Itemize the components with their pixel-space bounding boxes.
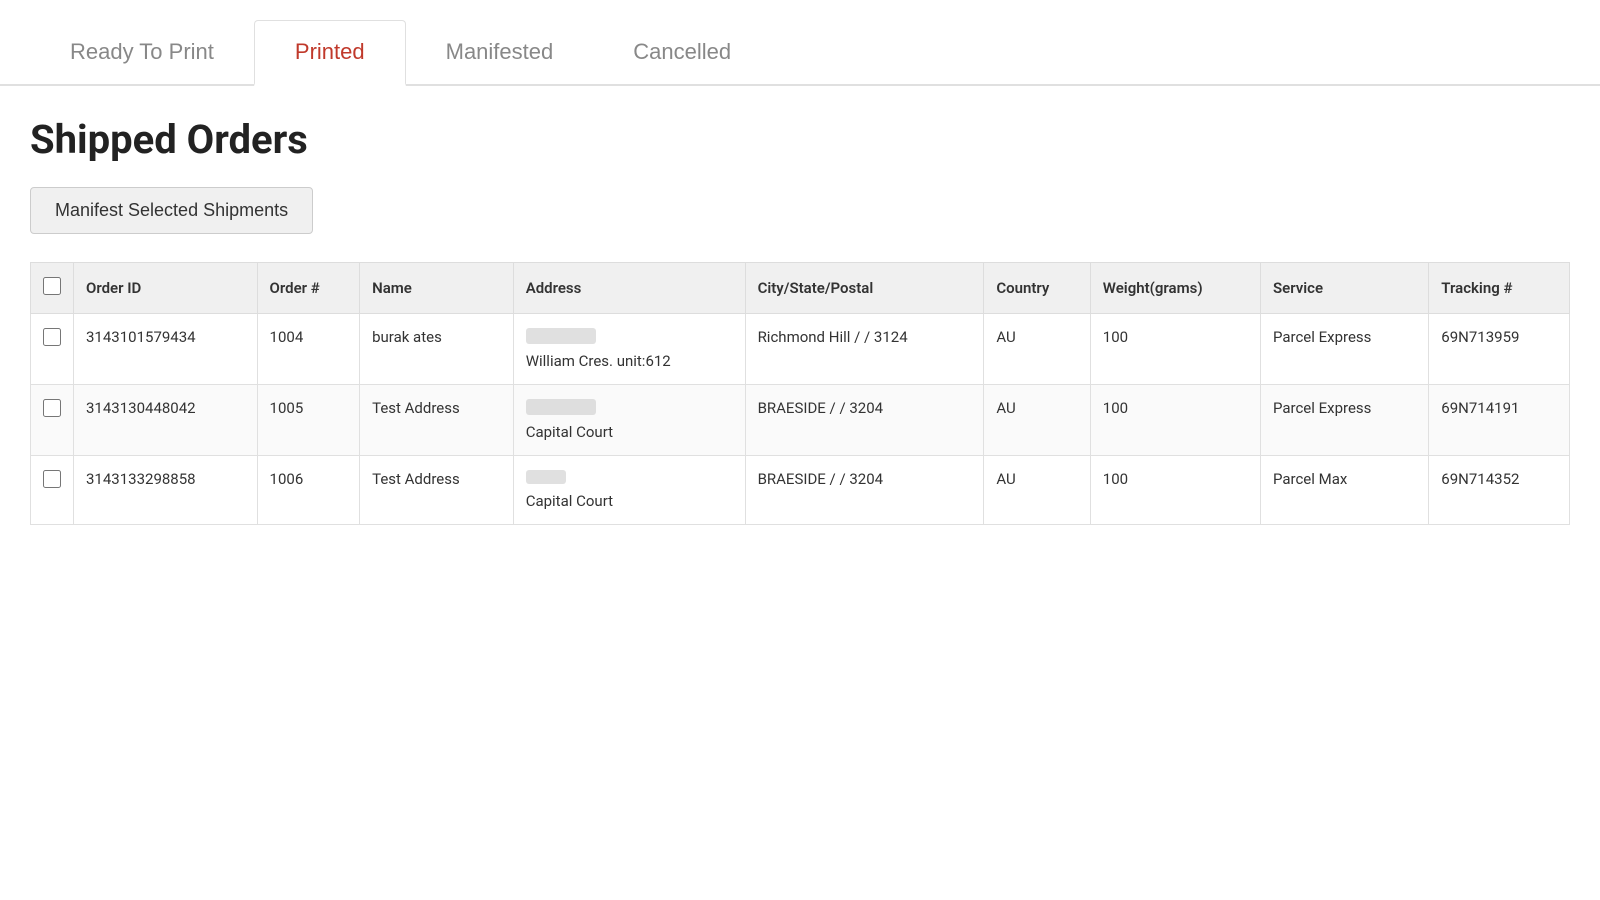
page-wrapper: Ready To Print Printed Manifested Cancel… — [0, 0, 1600, 900]
table-row: 3143133298858 1006 Test Address Capital … — [31, 456, 1570, 525]
row-2-city: BRAESIDE / / 3204 — [745, 385, 984, 456]
row-3-order-id: 3143133298858 — [74, 456, 258, 525]
row-1-order-num: 1004 — [257, 314, 360, 385]
row-3-address-redacted — [526, 470, 566, 484]
header-order-num: Order # — [257, 263, 360, 314]
row-3-order-num: 1006 — [257, 456, 360, 525]
tab-manifested[interactable]: Manifested — [406, 20, 594, 84]
tabs-container: Ready To Print Printed Manifested Cancel… — [0, 20, 1600, 86]
row-1-city: Richmond Hill / / 3124 — [745, 314, 984, 385]
row-2-order-id: 3143130448042 — [74, 385, 258, 456]
header-tracking: Tracking # — [1429, 263, 1570, 314]
header-country: Country — [984, 263, 1090, 314]
row-2-checkbox[interactable] — [43, 399, 61, 417]
row-3-service: Parcel Max — [1260, 456, 1428, 525]
row-3-address: Capital Court — [513, 456, 745, 525]
page-title: Shipped Orders — [30, 116, 1570, 163]
header-weight: Weight(grams) — [1090, 263, 1260, 314]
row-3-name: Test Address — [360, 456, 514, 525]
tab-printed[interactable]: Printed — [254, 20, 406, 86]
row-1-address-redacted — [526, 328, 596, 344]
orders-table-wrapper: Order ID Order # Name Address City/State… — [30, 262, 1570, 525]
row-3-weight: 100 — [1090, 456, 1260, 525]
header-city-state-postal: City/State/Postal — [745, 263, 984, 314]
table-header-row: Order ID Order # Name Address City/State… — [31, 263, 1570, 314]
row-1-checkbox-cell — [31, 314, 74, 385]
row-3-country: AU — [984, 456, 1090, 525]
row-1-checkbox[interactable] — [43, 328, 61, 346]
row-1-service: Parcel Express — [1260, 314, 1428, 385]
row-2-address: Capital Court — [513, 385, 745, 456]
row-1-name: burak ates — [360, 314, 514, 385]
header-checkbox-cell — [31, 263, 74, 314]
header-address: Address — [513, 263, 745, 314]
row-2-address-redacted — [526, 399, 596, 415]
row-2-checkbox-cell — [31, 385, 74, 456]
row-3-address-text: Capital Court — [526, 492, 613, 510]
row-3-checkbox[interactable] — [43, 470, 61, 488]
row-1-weight: 100 — [1090, 314, 1260, 385]
row-1-tracking: 69N713959 — [1429, 314, 1570, 385]
row-1-country: AU — [984, 314, 1090, 385]
row-3-tracking: 69N714352 — [1429, 456, 1570, 525]
row-2-name: Test Address — [360, 385, 514, 456]
row-1-address-text: William Cres. unit:612 — [526, 352, 671, 370]
row-2-service: Parcel Express — [1260, 385, 1428, 456]
row-2-weight: 100 — [1090, 385, 1260, 456]
header-order-id: Order ID — [74, 263, 258, 314]
select-all-checkbox[interactable] — [43, 277, 61, 295]
tab-ready-to-print[interactable]: Ready To Print — [30, 20, 254, 84]
row-2-order-num: 1005 — [257, 385, 360, 456]
row-2-tracking: 69N714191 — [1429, 385, 1570, 456]
table-row: 3143130448042 1005 Test Address Capital … — [31, 385, 1570, 456]
table-row: 3143101579434 1004 burak ates William Cr… — [31, 314, 1570, 385]
header-name: Name — [360, 263, 514, 314]
row-3-checkbox-cell — [31, 456, 74, 525]
row-2-country: AU — [984, 385, 1090, 456]
row-1-address: William Cres. unit:612 — [513, 314, 745, 385]
tab-cancelled[interactable]: Cancelled — [593, 20, 771, 84]
header-service: Service — [1260, 263, 1428, 314]
manifest-selected-button[interactable]: Manifest Selected Shipments — [30, 187, 313, 234]
row-2-address-text: Capital Court — [526, 423, 613, 441]
page-content: Shipped Orders Manifest Selected Shipmen… — [0, 86, 1600, 555]
row-1-order-id: 3143101579434 — [74, 314, 258, 385]
orders-table: Order ID Order # Name Address City/State… — [30, 262, 1570, 525]
row-3-city: BRAESIDE / / 3204 — [745, 456, 984, 525]
